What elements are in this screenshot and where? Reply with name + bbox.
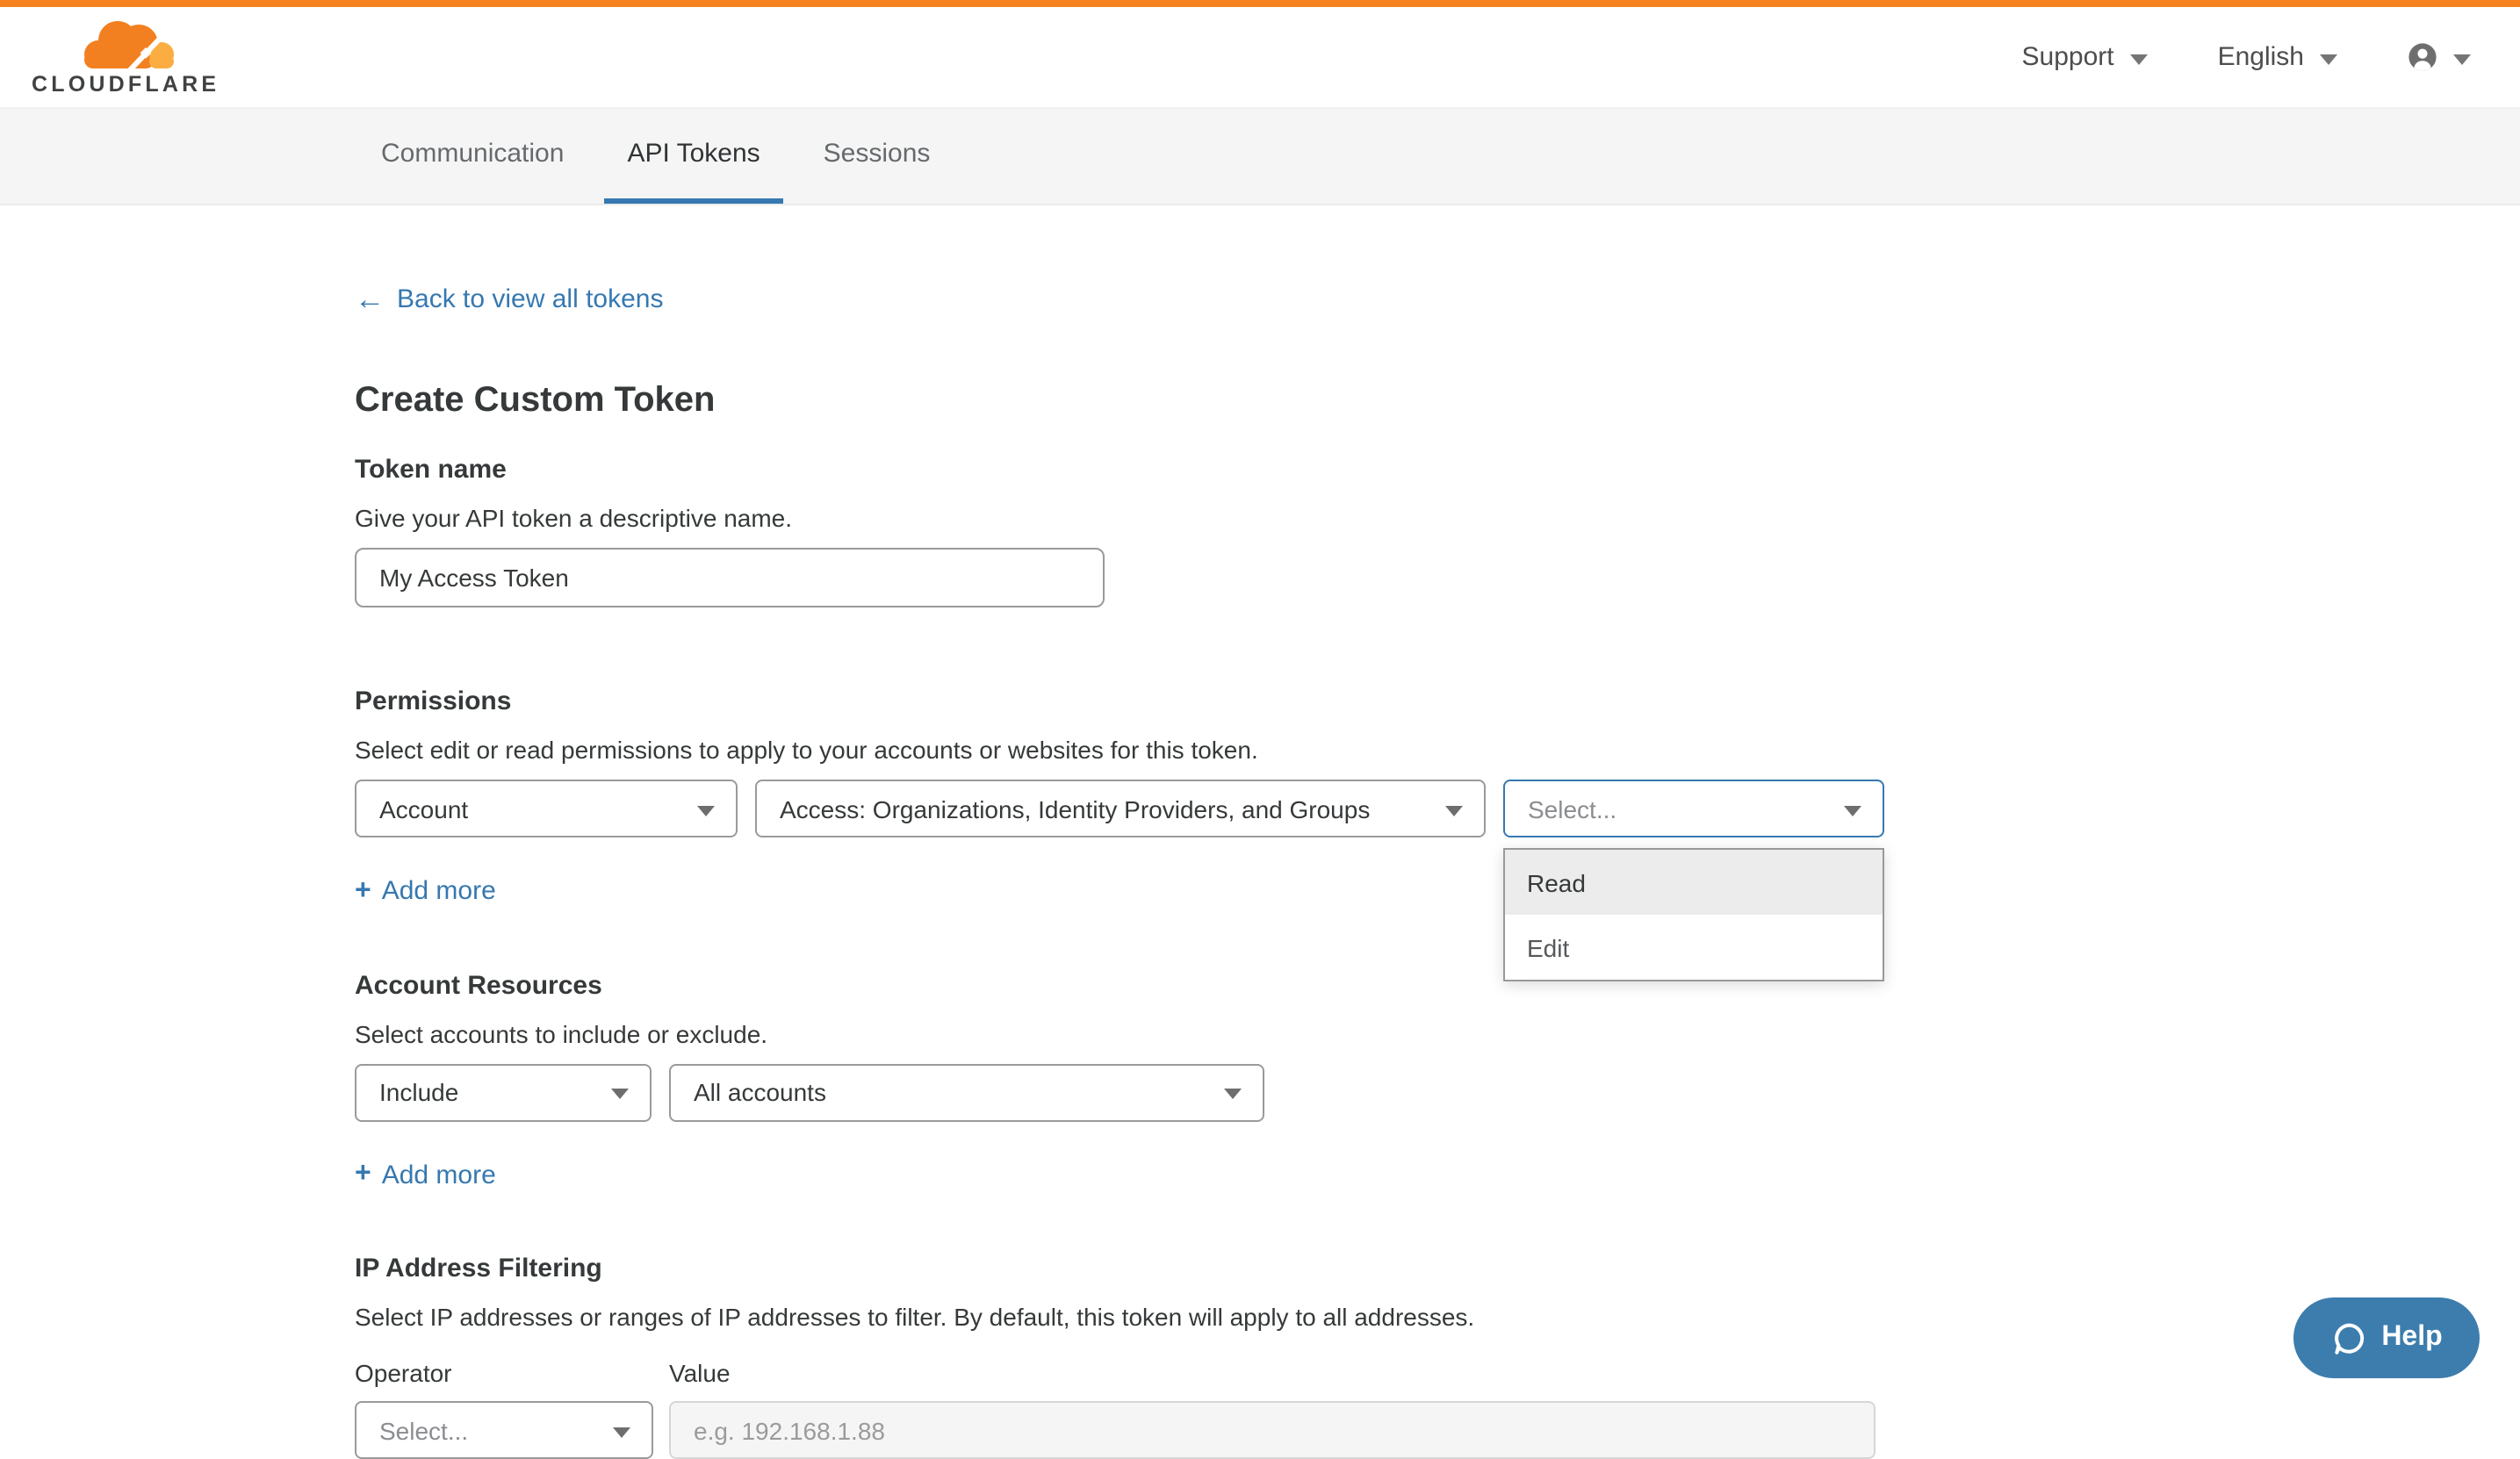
- account-resources-heading: Account Resources: [355, 970, 2520, 1000]
- chevron-down-icon: [613, 1427, 630, 1437]
- permission-level-menu: Read Edit: [1502, 848, 1883, 981]
- ip-filtering-heading: IP Address Filtering: [355, 1254, 2520, 1283]
- language-menu[interactable]: English: [2218, 42, 2337, 72]
- permissions-description: Select edit or read permissions to apply…: [355, 736, 2520, 764]
- token-name-input[interactable]: [355, 548, 1105, 607]
- header: CLOUDFLARE Support English: [0, 7, 2520, 109]
- avatar-icon: [2408, 42, 2437, 72]
- operator-placeholder: Select...: [379, 1416, 468, 1444]
- plus-icon: +: [355, 877, 371, 905]
- permission-resource-select[interactable]: Access: Organizations, Identity Provider…: [755, 780, 1486, 837]
- back-link-label: Back to view all tokens: [397, 284, 664, 314]
- tab-sessions[interactable]: Sessions: [801, 109, 954, 204]
- top-accent-bar: [0, 0, 2520, 7]
- chat-bubble-icon: [2330, 1319, 2367, 1356]
- permissions-heading: Permissions: [355, 686, 2520, 716]
- menu-item-edit[interactable]: Edit: [1504, 915, 1882, 980]
- account-resources-add-more-link[interactable]: + Add more: [355, 1160, 496, 1189]
- permission-resource-value: Access: Organizations, Identity Provider…: [780, 794, 1370, 823]
- chevron-down-icon: [697, 805, 715, 816]
- account-menu[interactable]: [2408, 42, 2471, 72]
- tab-bar: Communication API Tokens Sessions: [0, 109, 2520, 205]
- permission-level-placeholder: Select...: [1528, 794, 1616, 823]
- menu-item-read[interactable]: Read: [1504, 850, 1882, 915]
- page-title: Create Custom Token: [355, 381, 2520, 421]
- ip-filtering-description: Select IP addresses or ranges of IP addr…: [355, 1303, 2520, 1331]
- token-name-heading: Token name: [355, 455, 2520, 485]
- main-content: ← Back to view all tokens Create Custom …: [0, 205, 2520, 1459]
- ip-value-input[interactable]: [669, 1401, 1876, 1459]
- page: CLOUDFLARE Support English: [0, 0, 2520, 1399]
- account-target-value: All accounts: [694, 1078, 826, 1106]
- chevron-down-icon: [2130, 54, 2148, 64]
- chevron-down-icon: [2453, 54, 2471, 64]
- chevron-down-icon: [2320, 54, 2337, 64]
- permission-scope-select[interactable]: Account: [355, 780, 738, 837]
- help-button[interactable]: Help: [2293, 1297, 2480, 1378]
- account-resources-description: Select accounts to include or exclude.: [355, 1019, 2520, 1047]
- add-more-label: Add more: [382, 1160, 496, 1189]
- token-name-description: Give your API token a descriptive name.: [355, 504, 2520, 532]
- value-label: Value: [669, 1359, 1876, 1387]
- plus-icon: +: [355, 1161, 371, 1189]
- language-menu-label: English: [2218, 42, 2304, 72]
- operator-select[interactable]: Select...: [355, 1401, 653, 1459]
- ip-filtering-row: Select...: [355, 1401, 2520, 1459]
- chevron-down-icon: [1844, 805, 1861, 816]
- tab-api-tokens[interactable]: API Tokens: [604, 109, 782, 204]
- ip-filtering-labels: Operator Value: [355, 1359, 2520, 1387]
- add-more-label: Add more: [382, 876, 496, 906]
- support-menu-label: Support: [2022, 42, 2114, 72]
- account-target-select[interactable]: All accounts: [669, 1063, 1264, 1121]
- chevron-down-icon: [611, 1089, 629, 1099]
- permission-level-select[interactable]: Select... Read Edit: [1503, 780, 1884, 837]
- back-link[interactable]: ← Back to view all tokens: [355, 284, 664, 314]
- support-menu[interactable]: Support: [2022, 42, 2148, 72]
- header-nav: Support English: [2022, 42, 2472, 72]
- chevron-down-icon: [1445, 805, 1463, 816]
- permissions-row: Account Access: Organizations, Identity …: [355, 780, 2520, 837]
- help-button-label: Help: [2381, 1322, 2442, 1354]
- left-arrow-icon: ←: [355, 284, 385, 314]
- permissions-add-more-link[interactable]: + Add more: [355, 876, 496, 906]
- account-resources-row: Include All accounts: [355, 1063, 2520, 1121]
- permission-scope-value: Account: [379, 794, 468, 823]
- cloudflare-logo-text: CLOUDFLARE: [32, 72, 220, 97]
- account-mode-value: Include: [379, 1078, 458, 1106]
- tab-communication[interactable]: Communication: [358, 109, 587, 204]
- chevron-down-icon: [1224, 1089, 1242, 1099]
- cloudflare-logo[interactable]: CLOUDFLARE: [32, 18, 220, 97]
- operator-label: Operator: [355, 1359, 653, 1387]
- cloudflare-cloud-icon: [76, 18, 175, 74]
- account-mode-select[interactable]: Include: [355, 1063, 652, 1121]
